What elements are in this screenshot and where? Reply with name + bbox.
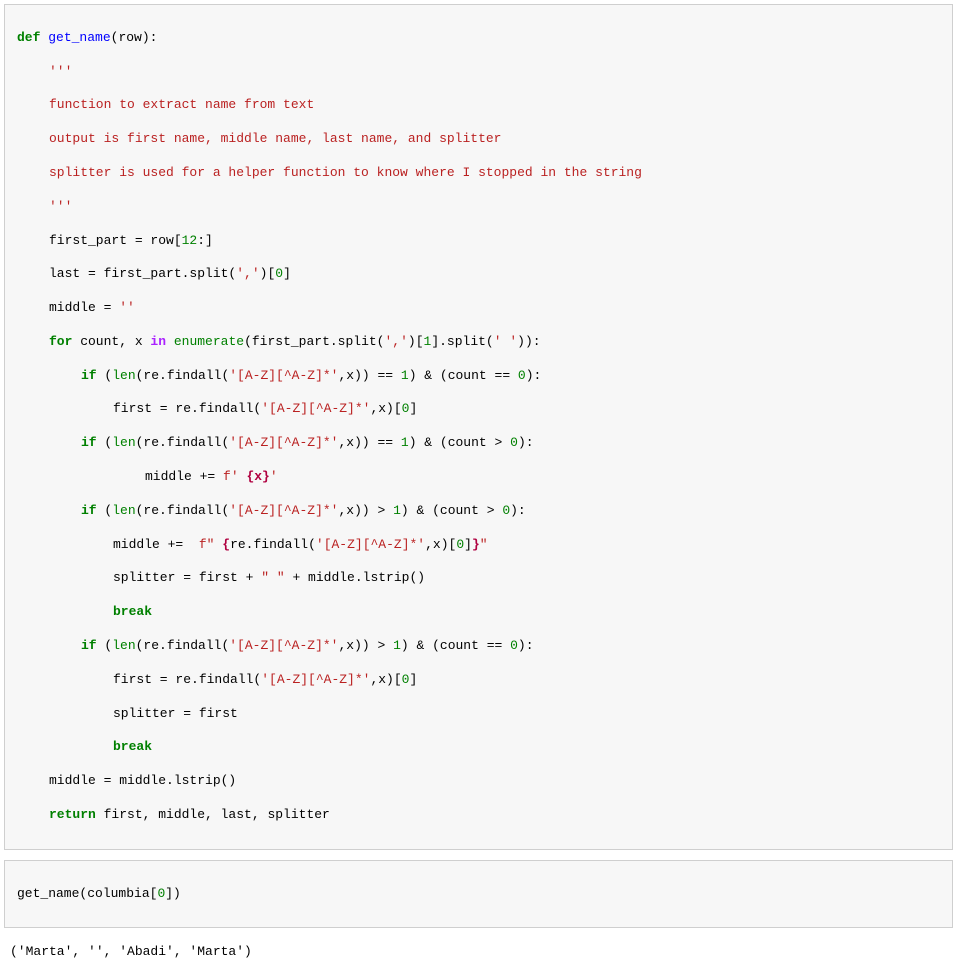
code-line: middle += f" {re.findall('[A-Z][^A-Z]*',…: [17, 537, 940, 554]
code-line: if (len(re.findall('[A-Z][^A-Z]*',x)) ==…: [17, 435, 940, 452]
output-text: ('Marta', '', 'Abadi', 'Marta'): [10, 944, 252, 959]
code-line: for count, x in enumerate(first_part.spl…: [17, 334, 940, 351]
docstring: output is first name, middle name, last …: [49, 131, 501, 146]
code-line: get_name(columbia[0]): [17, 886, 940, 903]
code-line: output is first name, middle name, last …: [17, 131, 940, 148]
output-cell: ('Marta', '', 'Abadi', 'Marta'): [4, 938, 953, 967]
code-line: ''': [17, 64, 940, 81]
code-line: if (len(re.findall('[A-Z][^A-Z]*',x)) > …: [17, 638, 940, 655]
code-line: middle = middle.lstrip(): [17, 773, 940, 790]
code-line: first = re.findall('[A-Z][^A-Z]*',x)[0]: [17, 401, 940, 418]
code-line: if (len(re.findall('[A-Z][^A-Z]*',x)) > …: [17, 503, 940, 520]
keyword-def: def: [17, 30, 40, 45]
code-line: splitter = first + " " + middle.lstrip(): [17, 570, 940, 587]
keyword-for: for: [49, 334, 72, 349]
docstring: function to extract name from text: [49, 97, 314, 112]
code-line: ''': [17, 199, 940, 216]
code-line: middle += f' {x}': [17, 469, 940, 486]
code-line: if (len(re.findall('[A-Z][^A-Z]*',x)) ==…: [17, 368, 940, 385]
keyword-in: in: [150, 334, 166, 349]
code-line: first = re.findall('[A-Z][^A-Z]*',x)[0]: [17, 672, 940, 689]
code-line: def get_name(row):: [17, 30, 940, 47]
code-line: splitter = first: [17, 706, 940, 723]
docstring: ''': [49, 64, 72, 79]
builtin-enumerate: enumerate: [174, 334, 244, 349]
keyword-if: if: [81, 435, 97, 450]
code-line: break: [17, 739, 940, 756]
code-line: return first, middle, last, splitter: [17, 807, 940, 824]
docstring: ''': [49, 199, 72, 214]
code-cell-2: get_name(columbia[0]): [4, 860, 953, 929]
keyword-if: if: [81, 503, 97, 518]
keyword-return: return: [49, 807, 96, 822]
keyword-break: break: [113, 739, 152, 754]
code-line: function to extract name from text: [17, 97, 940, 114]
code-line: last = first_part.split(',')[0]: [17, 266, 940, 283]
code-line: middle = '': [17, 300, 940, 317]
keyword-break: break: [113, 604, 152, 619]
keyword-if: if: [81, 638, 97, 653]
function-name: get_name: [48, 30, 110, 45]
keyword-if: if: [81, 368, 97, 383]
code-line: splitter is used for a helper function t…: [17, 165, 940, 182]
code-line: first_part = row[12:]: [17, 233, 940, 250]
code-line: break: [17, 604, 940, 621]
code-cell-1: def get_name(row): ''' function to extra…: [4, 4, 953, 850]
docstring: splitter is used for a helper function t…: [49, 165, 642, 180]
